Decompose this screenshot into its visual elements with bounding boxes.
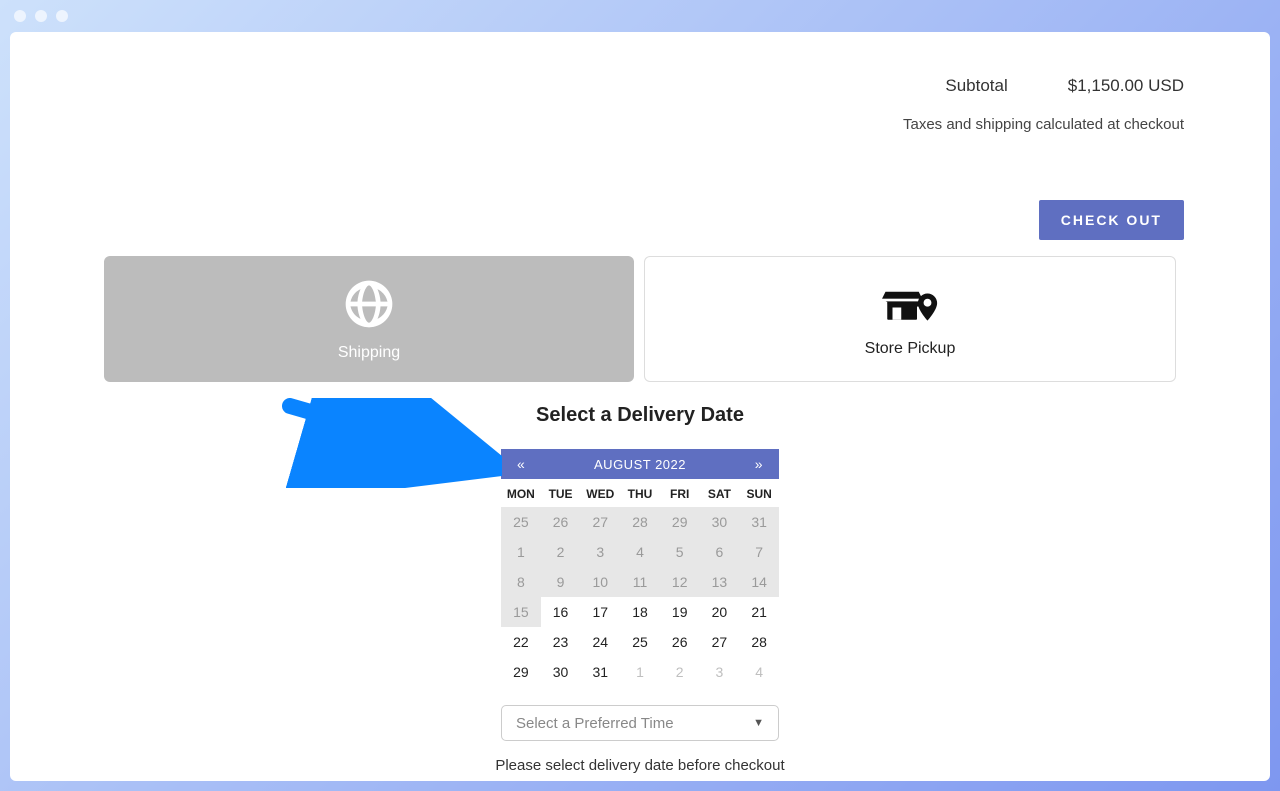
calendar-day: 13 [700, 567, 740, 597]
calendar-day: 1 [501, 537, 541, 567]
calendar-day[interactable]: 24 [580, 627, 620, 657]
globe-icon [341, 276, 397, 332]
calendar-day: 5 [660, 537, 700, 567]
calendar-day[interactable]: 21 [739, 597, 779, 627]
calendar-dow: THU [620, 479, 660, 507]
calendar-day: 6 [700, 537, 740, 567]
calendar-day: 4 [739, 657, 779, 687]
shipping-method-card[interactable]: Shipping [104, 256, 634, 382]
calendar-day: 2 [541, 537, 581, 567]
calendar-day: 1 [620, 657, 660, 687]
calendar-day[interactable]: 16 [541, 597, 581, 627]
window-traffic-lights [14, 10, 68, 22]
calendar-day[interactable]: 29 [501, 657, 541, 687]
calendar-day: 14 [739, 567, 779, 597]
page-content: Subtotal $1,150.00 USD Taxes and shippin… [10, 32, 1270, 781]
checkout-button[interactable]: CHECK OUT [1039, 200, 1184, 240]
calendar-day: 2 [660, 657, 700, 687]
calendar-day[interactable]: 17 [580, 597, 620, 627]
store-pickup-icon [882, 280, 938, 328]
calendar-dow: WED [580, 479, 620, 507]
preferred-time-placeholder: Select a Preferred Time [516, 715, 674, 732]
chevron-down-icon: ▼ [753, 717, 764, 729]
delivery-helper-text: Please select delivery date before check… [10, 757, 1270, 774]
calendar-day: 30 [700, 507, 740, 537]
calendar-day[interactable]: 26 [660, 627, 700, 657]
store-pickup-method-card[interactable]: Store Pickup [644, 256, 1176, 382]
calendar-day[interactable]: 30 [541, 657, 581, 687]
calendar-prev-button[interactable]: « [517, 456, 525, 472]
subtotal-label: Subtotal [945, 76, 1007, 96]
calendar-dow: TUE [541, 479, 581, 507]
subtotal-value: $1,150.00 USD [1068, 76, 1184, 96]
calendar-dow: SUN [739, 479, 779, 507]
delivery-calendar: « AUGUST 2022 » MONTUEWEDTHUFRISATSUN 25… [501, 449, 779, 687]
calendar-day[interactable]: 20 [700, 597, 740, 627]
calendar-day: 15 [501, 597, 541, 627]
calendar-day: 12 [660, 567, 700, 597]
calendar-day[interactable]: 31 [580, 657, 620, 687]
calendar-day: 3 [700, 657, 740, 687]
calendar-day: 25 [501, 507, 541, 537]
calendar-day[interactable]: 18 [620, 597, 660, 627]
calendar-day: 26 [541, 507, 581, 537]
store-pickup-method-label: Store Pickup [865, 340, 956, 358]
shipping-method-label: Shipping [338, 344, 400, 362]
calendar-dow: MON [501, 479, 541, 507]
calendar-day: 4 [620, 537, 660, 567]
calendar-day: 8 [501, 567, 541, 597]
calendar-next-button[interactable]: » [755, 456, 763, 472]
calendar-day[interactable]: 28 [739, 627, 779, 657]
order-summary: Subtotal $1,150.00 USD Taxes and shippin… [903, 76, 1184, 133]
calendar-day[interactable]: 25 [620, 627, 660, 657]
calendar-day[interactable]: 23 [541, 627, 581, 657]
calendar-day: 27 [580, 507, 620, 537]
calendar-day[interactable]: 22 [501, 627, 541, 657]
calendar-dow: SAT [700, 479, 740, 507]
calendar-day: 9 [541, 567, 581, 597]
calendar-day: 10 [580, 567, 620, 597]
calendar-day: 31 [739, 507, 779, 537]
tax-shipping-note: Taxes and shipping calculated at checkou… [903, 116, 1184, 133]
calendar-day: 7 [739, 537, 779, 567]
calendar-dow: FRI [660, 479, 700, 507]
calendar-day: 3 [580, 537, 620, 567]
preferred-time-select[interactable]: Select a Preferred Time ▼ [501, 705, 779, 741]
calendar-day: 11 [620, 567, 660, 597]
delivery-date-title: Select a Delivery Date [10, 404, 1270, 427]
calendar-day[interactable]: 19 [660, 597, 700, 627]
calendar-header: « AUGUST 2022 » [501, 449, 779, 479]
calendar-day: 28 [620, 507, 660, 537]
calendar-day[interactable]: 27 [700, 627, 740, 657]
calendar-day: 29 [660, 507, 700, 537]
calendar-month-label: AUGUST 2022 [594, 457, 686, 472]
